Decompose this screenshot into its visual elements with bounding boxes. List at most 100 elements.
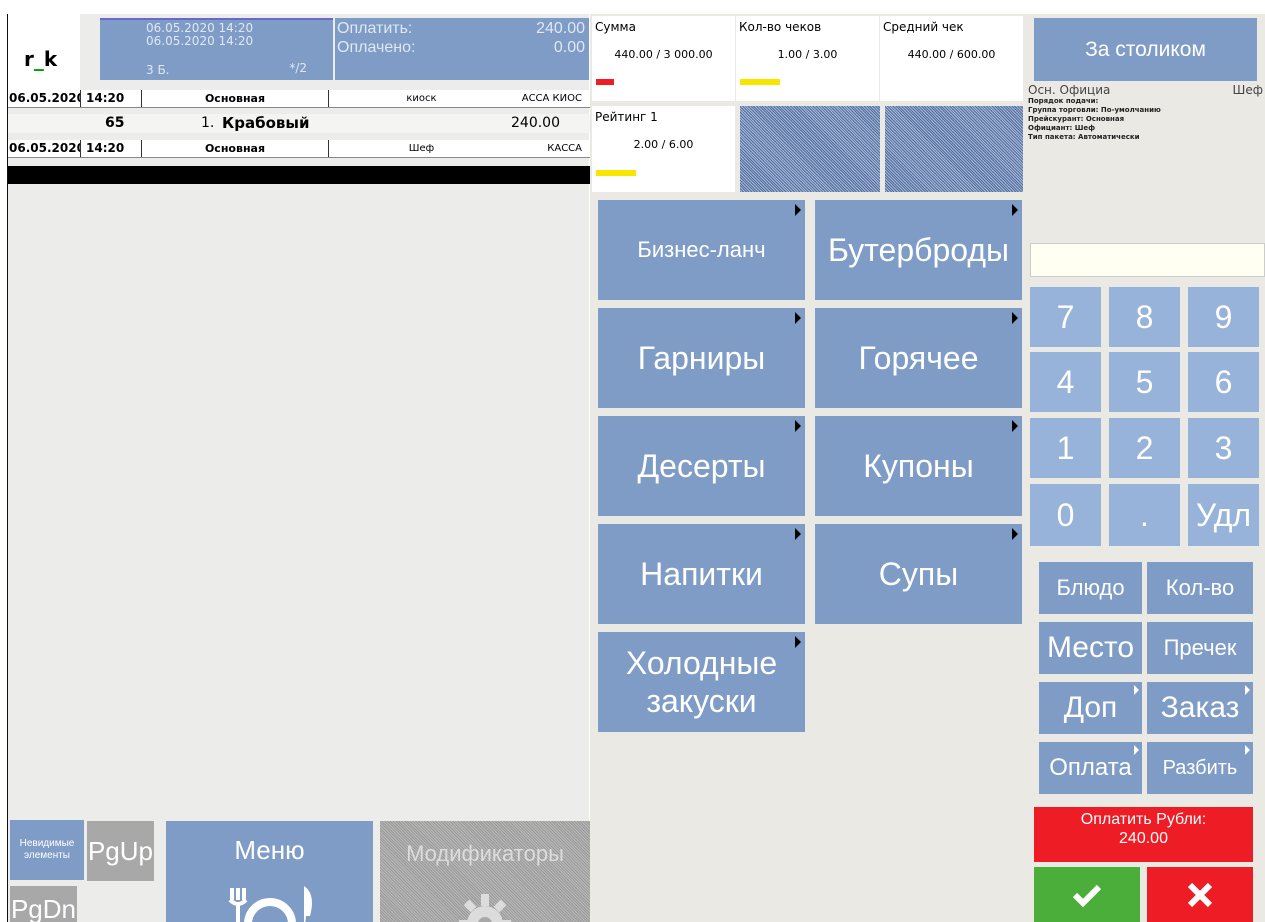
waiter-left: Осн. Официа [1028,83,1111,97]
key-delete[interactable]: Удл [1188,484,1259,546]
stat-checks-progress [740,79,780,85]
order-button[interactable]: Заказ [1147,682,1253,734]
stat-rating-value: 2.00 / 6.00 [633,138,694,151]
stat-sum-progress [596,79,614,85]
stat-empty-slot [740,106,880,192]
split-button[interactable]: Разбить [1147,742,1253,794]
amount-input[interactable] [1030,243,1265,277]
stat-sum-label: Сумма [595,20,636,34]
category-label: Гарниры [637,340,766,376]
page-up-button[interactable]: PgUp [87,821,154,881]
ticket-cash-register: КАССА [547,143,582,154]
pay-rubles-button[interactable]: Оплатить Рубли: 240.00 [1034,807,1253,862]
category-business-lunch[interactable]: Бизнес-ланч [598,200,805,300]
category-soups[interactable]: Супы [815,524,1022,624]
quantity-button[interactable]: Кол-во [1147,562,1253,614]
stat-empty-slot [885,106,1023,192]
precheck-button[interactable]: Пречек [1147,622,1253,674]
page-down-button[interactable]: PgDn [10,886,77,922]
category-panel: Сумма 440.00 / 3 000.00 Кол-во чеков 1.0… [590,14,1028,922]
ticket-header-row[interactable]: 06.05.2020 14:20 Основная киоск АССА КИО… [8,90,590,108]
modifiers-button[interactable]: Модификаторы [380,821,590,922]
key-1[interactable]: 1 [1030,418,1101,478]
order-dish-row[interactable]: 65 1. Крабовый 240.00 [8,114,590,133]
ticket-station: киоск [406,93,437,104]
stat-avg-label: Средний чек [883,20,964,34]
to-pay-value: 240.00 [536,20,585,37]
category-desserts[interactable]: Десерты [598,416,805,516]
payment-button[interactable]: Оплата [1039,742,1142,794]
submenu-arrow-icon [795,312,801,324]
order-details: Порядок подачи: Группа торговли: По-умол… [1028,97,1265,142]
menu-button[interactable]: Меню [166,821,373,922]
order-button-label: Заказ [1160,691,1240,724]
pay-rubles-label: Оплатить Рубли: [1080,811,1207,828]
to-pay-label: Оплатить: [337,20,413,37]
order-seat: */2 [289,61,307,75]
key-3[interactable]: 3 [1188,418,1259,478]
order-printed-time: 06.05.2020 14:20 [146,34,254,48]
key-8[interactable]: 8 [1109,287,1180,347]
stat-sum: Сумма 440.00 / 3 000.00 [592,16,735,101]
paid-value: 0.00 [553,39,585,56]
extra-button-label: Доп [1063,691,1118,724]
key-6[interactable]: 6 [1188,352,1259,412]
category-hot-dishes[interactable]: Горячее [815,308,1022,408]
key-7[interactable]: 7 [1030,287,1101,347]
ticket-waiter: Шеф [408,143,435,154]
category-sandwiches[interactable]: Бутерброды [815,200,1022,300]
category-side-dishes[interactable]: Гарниры [598,308,805,408]
ticket-date: 06.05.2020 [9,90,81,107]
detail-price-list: Прейскурант: Основная [1028,115,1125,123]
selected-line-bar[interactable] [8,166,590,184]
app-logo: r_k [8,14,80,90]
logo-prefix: r [24,47,34,71]
stat-avg-value: 440.00 / 600.00 [907,48,996,61]
order-info-box[interactable]: 06.05.2020 14:20 06.05.2020 14:20 3 Б. *… [100,18,333,80]
cancel-button[interactable] [1147,867,1253,922]
key-9[interactable]: 9 [1188,287,1259,347]
category-label: Горячее [858,340,979,376]
category-cold-appetizers[interactable]: Холодные закуски [598,632,805,732]
checkmark-icon [1072,884,1102,907]
dish-button[interactable]: Блюдо [1039,562,1142,614]
order-panel: r_k 06.05.2020 14:20 06.05.2020 14:20 3 … [7,14,590,922]
category-label: Холодные закуски [625,645,778,719]
category-coupons[interactable]: Купоны [815,416,1022,516]
detail-trade-group: Группа торговли: По-умолчанию [1028,106,1161,114]
payment-button-label: Оплата [1049,754,1132,781]
detail-serving-order: Порядок подачи: [1028,97,1099,105]
submenu-arrow-icon [795,636,801,648]
key-0[interactable]: 0 [1030,484,1101,546]
ticket-footer-row[interactable]: 06.05.2020 14:20 Основная Шеф КАССА [8,140,590,158]
hidden-elements-button[interactable]: Невидимые элементы [10,820,84,880]
stat-checks-label: Кол-во чеков [739,20,822,34]
extra-button[interactable]: Доп [1039,682,1142,734]
category-label: Бизнес-ланч [637,237,766,262]
key-4[interactable]: 4 [1030,352,1101,412]
paid-label: Оплачено: [337,39,416,56]
place-button[interactable]: Место [1039,622,1142,674]
submenu-arrow-icon [1134,745,1139,755]
detail-package-type: Тип пакета: Автоматически [1028,133,1140,141]
category-drinks[interactable]: Напитки [598,524,805,624]
submenu-arrow-icon [1245,685,1250,695]
at-table-button[interactable]: За столиком [1034,18,1257,81]
key-decimal[interactable]: . [1109,484,1180,546]
category-label: Десерты [637,448,766,484]
order-guests: 3 Б. [146,63,170,77]
ticket-currency: Основная [142,140,329,157]
stat-rating-label: Рейтинг 1 [595,110,658,124]
key-2[interactable]: 2 [1109,418,1180,478]
key-5[interactable]: 5 [1109,352,1180,412]
logo-suffix: k [43,47,58,71]
waiter-line: Осн. Официа Шеф [1028,83,1265,97]
ticket-time: 14:20 [81,90,142,107]
menu-button-label: Меню [234,835,305,865]
category-label: Супы [878,556,959,592]
dish-code: 65 [105,115,125,131]
waiter-right: Шеф [1232,83,1263,97]
submenu-arrow-icon [1134,685,1139,695]
submenu-arrow-icon [1245,745,1250,755]
confirm-button[interactable] [1034,867,1140,922]
